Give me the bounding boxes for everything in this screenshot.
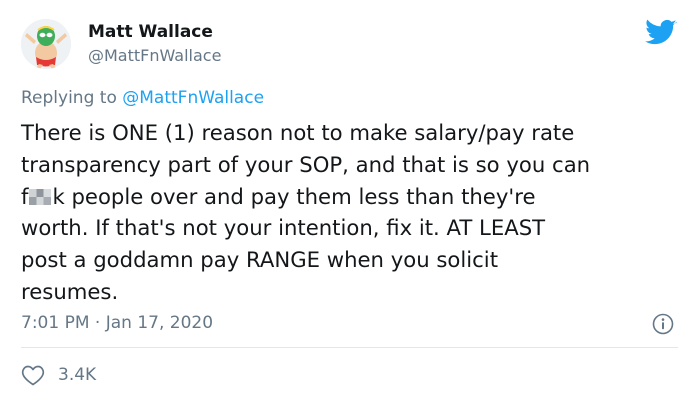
twitter-bird-icon[interactable]: [645, 19, 677, 47]
avatar[interactable]: [21, 19, 71, 69]
info-icon[interactable]: [652, 313, 674, 335]
censored-word-prefix: f: [21, 183, 29, 209]
user-handle[interactable]: @MattFnWallace: [88, 46, 221, 65]
display-name[interactable]: Matt Wallace: [88, 22, 213, 42]
divider: [21, 347, 678, 348]
tweet-line: f k people over and pay them less than th…: [21, 181, 681, 213]
avatar-wrestler-image: [21, 19, 71, 69]
tweet-line: resumes.: [21, 278, 119, 304]
tweet-line: post a goddamn pay RANGE when you solici…: [21, 247, 498, 273]
tweet-text: There is ONE (1) reason not to make sala…: [21, 117, 681, 308]
reply-mention-link[interactable]: @MattFnWallace: [122, 88, 264, 108]
tweet-line: worth. If that's not your intention, fix…: [21, 215, 546, 241]
tweet-line: transparency part of your SOP, and that …: [21, 151, 591, 177]
tweet-line: There is ONE (1) reason not to make sala…: [21, 120, 575, 145]
heart-icon: [21, 365, 45, 386]
tweet-line-text: k people over and pay them less than the…: [52, 183, 536, 209]
replying-to: Replying to @MattFnWallace: [21, 88, 264, 108]
like-button[interactable]: 3.4K: [21, 364, 96, 386]
tweet-timestamp[interactable]: 7:01 PM · Jan 17, 2020: [21, 313, 213, 333]
censor-pixelation: [29, 188, 52, 205]
like-count: 3.4K: [58, 365, 97, 385]
replying-to-label: Replying to: [21, 88, 123, 108]
